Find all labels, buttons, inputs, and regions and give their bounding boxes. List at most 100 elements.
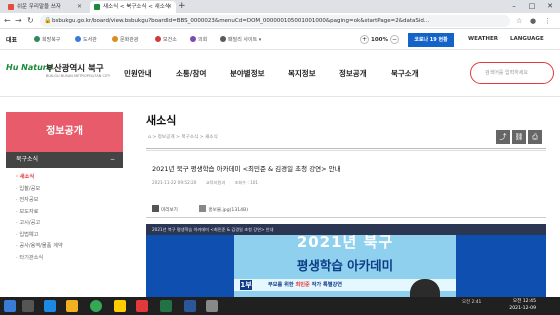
search-taskbar-icon[interactable] (22, 300, 34, 312)
app-icon[interactable] (206, 300, 218, 312)
poster-subtitle: 부모를 위한 최민준 작가 특별강연 (268, 281, 342, 288)
content-divider (146, 217, 546, 218)
sidebar-item-label: 입찰/공모 (19, 185, 41, 192)
reload-icon[interactable]: ↻ (27, 15, 34, 27)
sidebar-item-legislation[interactable]: · 입법예고 (6, 230, 123, 242)
council-icon (190, 36, 196, 42)
site-logo[interactable]: Hu Nature 부산광역시 북구 BUK-GU BUSAN METROPOL… (6, 63, 116, 85)
print-icon[interactable]: ⎙ (528, 130, 542, 144)
language-select[interactable]: LANGUAGE (510, 36, 544, 42)
tab-news[interactable]: 새소식 < 북구소식 < 새소식 ✕ (90, 1, 176, 13)
page-tools: ⤴ ⛓ ⎙ (494, 124, 546, 144)
zoom-out-icon[interactable]: − (390, 35, 399, 44)
start-icon[interactable] (4, 300, 16, 312)
menu-field-info[interactable]: 분야별정보 (230, 68, 265, 79)
util-link-label: 의회 (198, 37, 208, 43)
menu-welfare[interactable]: 복지정보 (288, 68, 316, 79)
taskbar: 오전 2:41 오전 12:45 2021-12-09 (0, 297, 560, 315)
close-window-icon[interactable]: ✕ (541, 0, 559, 13)
health-icon (155, 36, 161, 42)
sidebar-item-label: 보도자료 (19, 208, 39, 215)
sidebar-heading: 정보공개 (6, 112, 123, 152)
sidebar-item-contracts[interactable]: · 공사/용역/물품 계약 (6, 241, 123, 253)
forward-icon[interactable]: → (15, 15, 22, 27)
address-bar: ← → ↻ 🔒 bsbukgu.go.kr/board/view.bsbukgu… (0, 13, 560, 29)
tab-title: 쉬운 우리말을 쓰자 (17, 4, 61, 10)
util-link-family[interactable]: 패밀리 사이트 ▾ (220, 36, 261, 43)
sidebar-category[interactable]: 북구소식 − (6, 152, 123, 168)
back-icon[interactable]: ← (4, 15, 11, 27)
title-rule (146, 148, 546, 149)
word-icon[interactable] (184, 300, 196, 312)
image-caption: 2021년 북구 평생학습 아카데미 <최민준 & 김경일 초청 강연> 안내 (146, 224, 546, 235)
post-meta: 2021-11-22 09:52:20 교육지원과 조회수 : 101 (152, 180, 266, 186)
logo-name: 부산광역시 북구 (46, 64, 104, 74)
menu-disclosure[interactable]: 정보공개 (339, 68, 367, 79)
tab-plain-language[interactable]: 쉬운 우리말을 쓰자 ✕ (4, 1, 86, 13)
menu-about[interactable]: 북구소개 (391, 68, 419, 79)
zoom-in-icon[interactable]: + (360, 35, 369, 44)
attachment-row: 미리보기 홍보물.jpg(1314B) (152, 205, 248, 213)
util-link-health[interactable]: 보건소 (155, 36, 177, 43)
clock-date: 2021-12-09 (509, 306, 536, 311)
close-tab-icon[interactable]: ✕ (167, 1, 172, 13)
menu-dots-icon[interactable]: ⋮ (544, 15, 551, 27)
favicon-icon (8, 4, 14, 10)
close-tab-icon[interactable]: ✕ (77, 1, 82, 13)
covid-status-button[interactable]: 코로나 19 현황 (408, 33, 454, 47)
preview-button[interactable]: 미리보기 (152, 205, 178, 213)
weather-link[interactable]: WEATHER (468, 36, 498, 42)
menu-participation[interactable]: 소통/참여 (176, 68, 206, 79)
sidebar-item-bids[interactable]: · 입찰/공모 (6, 184, 123, 196)
post-date: 2021-11-22 09:52:20 (152, 180, 197, 185)
logo-subtitle: BUK-GU BUSAN METROPOLITAN CITY (46, 74, 111, 78)
attachment-file-name: 홍보물.jpg(1314B) (208, 208, 249, 213)
sidebar-item-label: 고시/공고 (19, 220, 41, 226)
sidebar-item-label: 공사/용역/물품 계약 (19, 243, 63, 249)
sidebar-item-news[interactable]: · 새소식 (6, 172, 123, 184)
attachment-file-link[interactable]: 홍보물.jpg(1314B) (199, 205, 249, 213)
clock-time: 오전 12:45 (512, 299, 536, 304)
post-title: 2021년 북구 평생학습 아카데미 <최민준 & 김경일 초청 강연> 안내 (152, 165, 341, 173)
new-tab-icon[interactable]: + (178, 0, 186, 13)
main-content: 새소식 ⌂ > 정보공개 > 북구소식 > 새소식 ⤴ ⛓ ⎙ 2021년 북구 평… (146, 112, 546, 315)
maximize-icon[interactable]: □ (523, 0, 541, 13)
zoom-level: 100% (371, 37, 388, 43)
edge-icon[interactable] (44, 300, 56, 312)
util-link-hope[interactable]: 희망북구 (34, 36, 60, 43)
excel-icon[interactable] (160, 300, 172, 312)
util-link-culture[interactable]: 문화관광 (112, 36, 138, 43)
file-explorer-icon[interactable] (66, 300, 78, 312)
kakaotalk-icon[interactable] (114, 300, 126, 312)
family-site-icon (220, 36, 226, 42)
menu-civil[interactable]: 민원안내 (124, 68, 152, 79)
profile-icon[interactable]: ● (530, 15, 536, 27)
util-link-label: 희망북구 (42, 37, 61, 43)
browser-window: 쉬운 우리말을 쓰자 ✕ 새소식 < 북구소식 < 새소식 ✕ + – □ ✕ … (0, 0, 560, 315)
system-clock[interactable]: 오전 12:45 2021-12-09 (506, 298, 536, 312)
app-icon[interactable] (136, 300, 148, 312)
util-link-label: 도서관 (83, 37, 97, 43)
chrome-icon[interactable] (90, 300, 102, 312)
minimize-icon[interactable]: – (505, 0, 523, 13)
poster-year: 2021년 북구 (296, 235, 394, 251)
util-link-label: 보건소 (163, 37, 177, 43)
sidebar-item-gazette[interactable]: · 전자공보 (6, 195, 123, 207)
util-link-library[interactable]: 도서관 (75, 36, 97, 43)
sidebar: 정보공개 북구소식 − · 새소식 · 입찰/공모 · 전자공보 · 보도자료 ·… (6, 112, 123, 315)
sidebar-item-notice[interactable]: · 고시/공고 (6, 218, 123, 230)
library-icon (75, 36, 81, 42)
home-link[interactable]: 대표 (6, 35, 17, 44)
sidebar-item-other-agencies[interactable]: · 타기관소식 (6, 253, 123, 265)
search-input[interactable]: 검색어를 입력하세요 (470, 62, 554, 84)
util-link-label: 문화관광 (120, 37, 139, 43)
share-icon[interactable]: ⤴ (496, 130, 510, 144)
poster-part: 1부 (240, 280, 252, 290)
link-icon[interactable]: ⛓ (512, 130, 526, 144)
url-input[interactable]: 🔒 bsbukgu.go.kr/board/view.bsbukgu?board… (40, 15, 510, 27)
hope-icon (34, 36, 40, 42)
util-link-council[interactable]: 의회 (190, 36, 207, 43)
breadcrumb: ⌂ > 정보공개 > 북구소식 > 새소식 (148, 135, 218, 140)
sidebar-item-press[interactable]: · 보도자료 (6, 207, 123, 219)
bookmark-star-icon[interactable]: ☆ (516, 15, 522, 27)
